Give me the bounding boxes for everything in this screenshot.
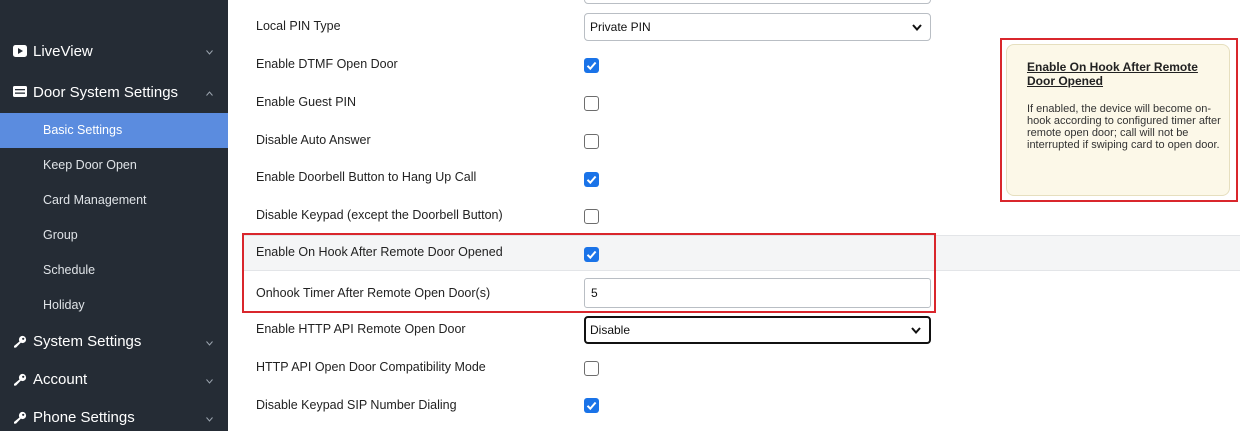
- checkmark-icon: [586, 175, 597, 185]
- sidebar-item-phone-settings[interactable]: Phone Settings: [0, 404, 228, 431]
- tooltip-title: Enable On Hook After Remote Door Opened: [1027, 60, 1198, 88]
- enable-guest-pin-label: Enable Guest PIN: [256, 95, 357, 109]
- sidebar-item-liveview[interactable]: LiveView: [0, 38, 228, 66]
- tooltip-body: If enabled, the device will become on-ho…: [1027, 103, 1221, 151]
- chevron-down-icon: [911, 318, 921, 342]
- select-value: Private PIN: [590, 20, 651, 34]
- key-icon: [13, 411, 27, 425]
- disable-sip-dialing-label: Disable Keypad SIP Number Dialing: [256, 398, 457, 412]
- enable-dtmf-open-door-checkbox[interactable]: [584, 58, 599, 73]
- enable-doorbell-hang-up-checkbox[interactable]: [584, 172, 599, 187]
- video-icon: [13, 45, 27, 57]
- sidebar-item-account[interactable]: Account: [0, 366, 228, 394]
- disable-keypad-label: Disable Keypad (except the Doorbell Butt…: [256, 208, 503, 222]
- key-icon: [13, 373, 27, 387]
- sidebar-item-label: Door System Settings: [33, 84, 179, 101]
- sidebar-item-label: Account: [33, 371, 88, 388]
- chevron-down-icon: [206, 47, 213, 57]
- disable-auto-answer-checkbox[interactable]: [584, 134, 599, 149]
- help-tooltip: Enable On Hook After Remote Door Opened …: [1006, 44, 1230, 196]
- sidebar-item-system-settings[interactable]: System Settings: [0, 328, 228, 356]
- checkmark-icon: [586, 61, 597, 71]
- enable-http-api-label: Enable HTTP API Remote Open Door: [256, 322, 466, 336]
- select-value: Disable: [590, 323, 631, 337]
- key-icon: [13, 335, 27, 349]
- local-pin-type-select[interactable]: Private PIN: [584, 13, 931, 41]
- local-pin-type-label: Local PIN Type: [256, 19, 341, 33]
- sidebar-item-label: Card Management: [43, 193, 147, 207]
- http-api-compat-mode-checkbox[interactable]: [584, 361, 599, 376]
- sidebar-item-label: System Settings: [33, 333, 142, 350]
- sidebar-item-schedule[interactable]: Schedule: [0, 253, 228, 288]
- enable-on-hook-label: Enable On Hook After Remote Door Opened: [256, 245, 503, 259]
- enable-on-hook-checkbox[interactable]: [584, 247, 599, 262]
- enable-guest-pin-checkbox[interactable]: [584, 96, 599, 111]
- sidebar-item-label: Holiday: [43, 298, 85, 312]
- sidebar-item-label: Phone Settings: [33, 409, 135, 426]
- sidebar-item-card-management[interactable]: Card Management: [0, 183, 228, 218]
- chevron-down-icon: [912, 14, 922, 40]
- chevron-down-icon: [206, 376, 213, 386]
- sidebar-item-label: Schedule: [43, 263, 96, 277]
- sidebar-item-group[interactable]: Group: [0, 218, 228, 253]
- sidebar-item-label: LiveView: [33, 43, 93, 60]
- list-icon: [13, 86, 27, 97]
- enable-doorbell-hang-up-label: Enable Doorbell Button to Hang Up Call: [256, 170, 477, 184]
- select-field-partial[interactable]: [584, 0, 931, 4]
- onhook-timer-label: Onhook Timer After Remote Open Door(s): [256, 286, 491, 300]
- sidebar-item-door-system-settings[interactable]: Door System Settings: [0, 78, 228, 106]
- chevron-down-icon: [206, 338, 213, 348]
- checkmark-icon: [586, 401, 597, 411]
- disable-auto-answer-label: Disable Auto Answer: [256, 133, 371, 147]
- sidebar-item-label: Basic Settings: [43, 123, 123, 137]
- sidebar: LiveView Door System Settings Basic Sett…: [0, 0, 228, 431]
- sidebar-item-basic-settings[interactable]: Basic Settings: [0, 113, 228, 148]
- disable-sip-dialing-checkbox[interactable]: [584, 398, 599, 413]
- chevron-up-icon: [206, 88, 213, 98]
- enable-dtmf-open-door-label: Enable DTMF Open Door: [256, 57, 398, 71]
- disable-keypad-checkbox[interactable]: [584, 209, 599, 224]
- onhook-timer-input[interactable]: 5: [584, 278, 931, 308]
- chevron-down-icon: [206, 414, 213, 424]
- sidebar-item-label: Group: [43, 228, 78, 242]
- checkmark-icon: [586, 250, 597, 260]
- enable-http-api-select[interactable]: Disable: [584, 316, 931, 344]
- sidebar-item-keep-door-open[interactable]: Keep Door Open: [0, 148, 228, 183]
- sidebar-item-holiday[interactable]: Holiday: [0, 288, 228, 323]
- sidebar-item-label: Keep Door Open: [43, 158, 137, 172]
- http-api-compat-mode-label: HTTP API Open Door Compatibility Mode: [256, 360, 486, 374]
